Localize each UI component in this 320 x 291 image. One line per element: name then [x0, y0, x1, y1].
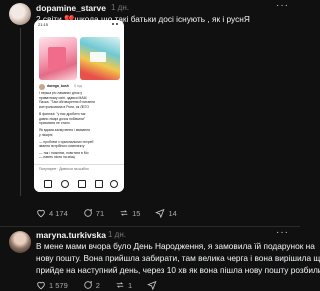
share-button[interactable]: 14	[155, 208, 177, 218]
thread-line	[19, 28, 21, 196]
comment-icon	[84, 280, 92, 289]
avatar[interactable]	[9, 3, 31, 25]
repost-button[interactable]: 1	[115, 280, 132, 290]
avatar	[39, 84, 45, 90]
more-icon[interactable]: ···	[276, 227, 289, 238]
repost-icon	[120, 210, 128, 216]
share-icon	[147, 280, 157, 290]
post-text-line: прийде на наступний день, через 10 хв як…	[36, 265, 320, 275]
screenshot-footer: Популярне · Дивіться на шабло	[39, 167, 89, 171]
profile-icon	[110, 180, 118, 188]
share-button[interactable]	[147, 280, 160, 290]
like-count: 4 174	[49, 208, 68, 218]
gift-box-icon	[48, 47, 66, 69]
avatar[interactable]	[9, 231, 31, 253]
screenshot-author: daenga_bush	[47, 84, 69, 88]
price-tag-icon	[90, 52, 106, 62]
screenshot-line: у лікарні	[39, 132, 53, 137]
heart-icon	[37, 209, 45, 218]
post-image[interactable]: 21:15 daenga_bush 5 год. І перша річ лам…	[34, 20, 124, 192]
search-icon	[61, 180, 69, 188]
screenshot-line: контрольована в Роли, як ЛЕГО	[39, 104, 89, 109]
screenshot-line: — навіть після на місці	[39, 155, 76, 160]
compose-icon	[78, 180, 86, 188]
post-username[interactable]: dopamine_starve	[36, 3, 106, 13]
share-icon	[155, 208, 165, 218]
post-time: 1 дн.	[108, 230, 126, 239]
screenshot-line: звання потрібного комплекту	[39, 144, 85, 149]
activity-icon	[95, 180, 103, 188]
repost-button[interactable]: 15	[119, 208, 140, 218]
more-icon[interactable]: ···	[276, 0, 289, 11]
comment-icon	[84, 208, 92, 217]
post-text-line: В мене мами вчора було День Народження, …	[36, 241, 315, 251]
status-bar: 21:15	[34, 20, 124, 29]
home-icon	[44, 180, 52, 188]
comment-count: 2	[95, 280, 100, 290]
comment-button[interactable]: 71	[83, 208, 104, 218]
like-count: 1 579	[49, 280, 68, 290]
divider	[0, 226, 300, 227]
bottom-nav	[34, 178, 124, 192]
screenshot-time: 5 год.	[74, 84, 83, 88]
heart-icon	[37, 281, 45, 290]
screenshot-line: приховати не стало	[39, 121, 70, 126]
signal-icon	[112, 23, 114, 25]
post-username[interactable]: maryna.turkivska	[36, 230, 106, 240]
repost-count: 1	[127, 280, 133, 290]
repost-count: 15	[132, 208, 141, 218]
like-button[interactable]: 1 579	[36, 280, 68, 290]
comment-button[interactable]: 2	[83, 280, 100, 290]
post-actions: 4 174 71 15 14	[36, 208, 192, 218]
post-text-line: нову пошту. Вона прийшла забирати, там в…	[36, 253, 320, 263]
post-actions: 1 579 2 1	[36, 280, 175, 290]
comment-count: 71	[95, 208, 105, 218]
like-button[interactable]: 4 174	[36, 208, 68, 218]
status-time: 21:15	[38, 22, 49, 27]
battery-icon	[116, 23, 118, 25]
divider	[34, 164, 124, 165]
post-time: 1 дн.	[111, 3, 129, 12]
repost-icon	[116, 282, 124, 288]
share-count: 14	[168, 208, 177, 218]
